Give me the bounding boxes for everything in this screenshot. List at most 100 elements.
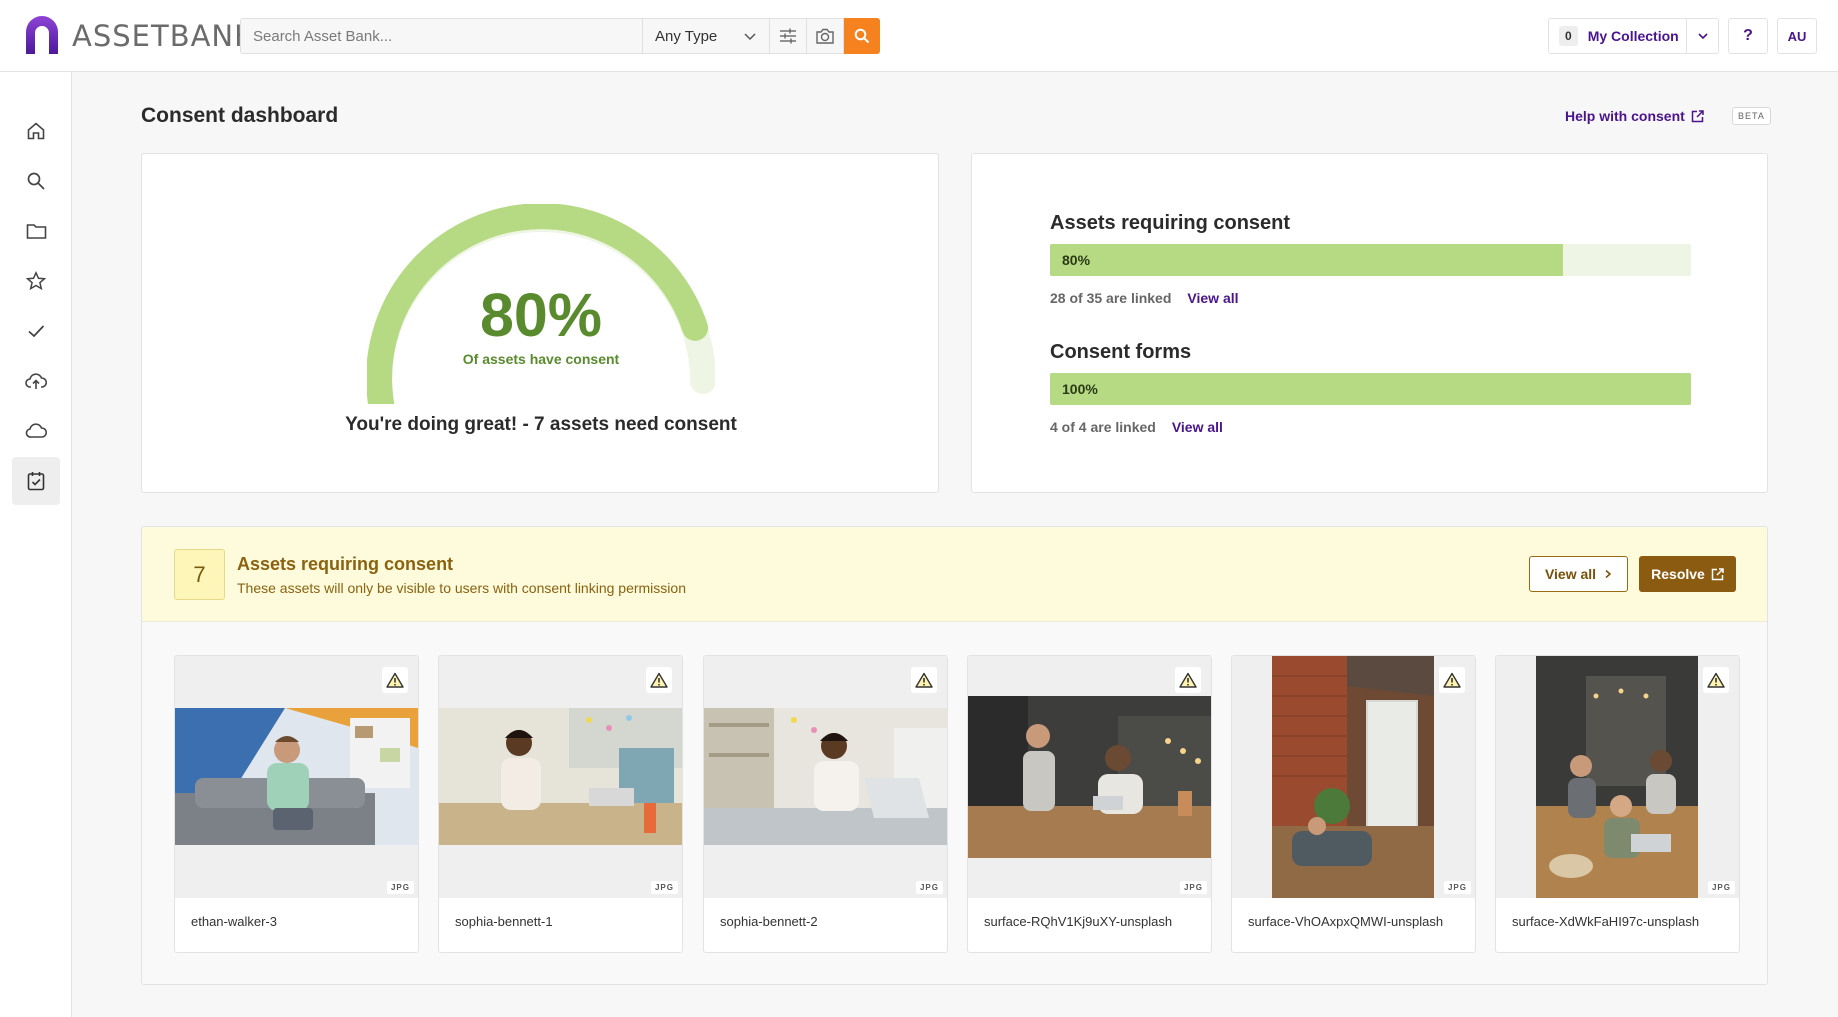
visual-search-button[interactable] (807, 18, 844, 54)
asset-name: sophia-bennett-1 (455, 914, 553, 929)
asset-name: ethan-walker-3 (191, 914, 277, 929)
filter-button[interactable] (770, 18, 807, 54)
asset-name: sophia-bennett-2 (720, 914, 818, 929)
collection-count-badge: 0 (1559, 26, 1578, 46)
consent-warning-icon (1439, 667, 1465, 693)
assets-consent-bar: 80% (1050, 244, 1691, 276)
sliders-icon (780, 28, 796, 44)
consent-forms-title: Consent forms (1050, 341, 1192, 363)
file-type-badge: JPG (650, 881, 678, 894)
asset-name: surface-VhOAxpxQMWI-unsplash (1248, 914, 1444, 929)
consent-forms-meta: 4 of 4 are linked View all (1050, 419, 1223, 435)
asset-name: surface-RQhV1Kj9uXY-unsplash (984, 914, 1173, 929)
user-menu-button[interactable]: AU (1777, 18, 1817, 54)
forms-linked-count: 4 of 4 are linked (1050, 419, 1156, 435)
assets-consent-title: Assets requiring consent (1050, 212, 1291, 234)
sidebar-item-folders[interactable] (12, 207, 60, 255)
assets-view-all-link[interactable]: View all (1187, 290, 1238, 306)
assets-consent-bar-label: 80% (1062, 252, 1091, 268)
file-type-badge: JPG (1179, 881, 1207, 894)
consent-panel-header: 7 Assets requiring consent These assets … (142, 527, 1767, 622)
consent-forms-bar-label: 100% (1062, 381, 1098, 397)
gauge-percent: 80% (479, 281, 603, 349)
consent-warning-icon (646, 667, 672, 693)
consent-forms-bar-fill (1050, 373, 1691, 405)
asset-image (175, 708, 418, 845)
search-icon (854, 28, 870, 44)
help-link-label: Help with consent (1565, 108, 1685, 124)
asset-thumbnail[interactable]: JPG (968, 656, 1211, 898)
home-icon (27, 122, 45, 140)
chevron-right-icon (1605, 569, 1612, 579)
asset-thumbnail[interactable]: JPG (704, 656, 947, 898)
page-title: Consent dashboard (141, 104, 339, 127)
consent-clipboard-icon (27, 472, 45, 491)
sidebar-item-search[interactable] (12, 157, 60, 205)
resolve-label: Resolve (1651, 566, 1705, 582)
consent-panel-description: These assets will only be visible to use… (237, 580, 686, 596)
assetbank-logo-mark (26, 16, 58, 54)
resolve-button[interactable]: Resolve (1639, 556, 1736, 592)
asset-image (968, 696, 1211, 858)
logo-text: ASSETBANK (72, 19, 255, 53)
asset-image (704, 708, 947, 845)
consent-warning-icon (911, 667, 937, 693)
consent-gauge-card: 80% Of assets have consent You're doing … (141, 153, 939, 493)
asset-card[interactable]: JPG sophia-bennett-1 (438, 655, 683, 953)
external-link-icon (1691, 109, 1704, 122)
consent-warning-icon (1703, 667, 1729, 693)
asset-thumbnail[interactable]: JPG (175, 656, 418, 898)
asset-card[interactable]: JPG surface-RQhV1Kj9uXY-unsplash (967, 655, 1212, 953)
asset-card[interactable]: JPG sophia-bennett-2 (703, 655, 948, 953)
assets-needing-consent-count: 7 (174, 549, 225, 600)
chevron-down-icon (1697, 33, 1708, 40)
asset-card[interactable]: JPG surface-VhOAxpxQMWI-unsplash (1231, 655, 1476, 953)
asset-image (1536, 656, 1698, 898)
sidebar-item-home[interactable] (12, 107, 60, 155)
search-bar: Any Type (240, 18, 880, 54)
cloud-icon (25, 423, 47, 438)
consent-panel-title: Assets requiring consent (237, 554, 454, 574)
chevron-down-icon (744, 33, 756, 41)
gauge-subtitle: Of assets have consent (462, 351, 620, 367)
sidebar-item-upload[interactable] (12, 357, 60, 405)
sidebar-item-approvals[interactable] (12, 307, 60, 355)
asset-card[interactable]: JPG surface-XdWkFaHI97c-unsplash (1495, 655, 1740, 953)
gauge-message: You're doing great! - 7 assets need cons… (345, 414, 737, 435)
forms-view-all-link[interactable]: View all (1172, 419, 1223, 435)
assets-linked-count: 28 of 35 are linked (1050, 290, 1172, 306)
sidebar-item-favourites[interactable] (12, 257, 60, 305)
view-all-label: View all (1544, 566, 1597, 582)
view-all-button[interactable]: View all (1529, 556, 1628, 592)
asset-card[interactable]: JPG ethan-walker-3 (174, 655, 419, 953)
asset-thumbnail[interactable]: JPG (439, 656, 682, 898)
consent-warning-icon (1175, 667, 1201, 693)
asset-image (1272, 656, 1434, 898)
search-input[interactable] (240, 18, 642, 54)
collection-dropdown-button[interactable] (1686, 18, 1719, 54)
asset-image (439, 708, 682, 845)
consent-forms-bar: 100% (1050, 373, 1691, 405)
external-link-icon (1711, 567, 1724, 580)
asset-thumbnail[interactable]: JPG (1232, 656, 1475, 898)
asset-type-select[interactable]: Any Type (642, 18, 770, 54)
folder-icon (26, 224, 46, 239)
check-icon (28, 325, 45, 338)
assetbank-logo[interactable]: ASSETBANK (24, 16, 254, 56)
file-type-badge: JPG (1443, 881, 1471, 894)
assets-consent-bar-fill (1050, 244, 1563, 276)
file-type-badge: JPG (915, 881, 943, 894)
consent-stats-card: Assets requiring consent 80% 28 of 35 ar… (971, 153, 1768, 493)
beta-badge: BETA (1732, 107, 1771, 125)
sidebar-item-cloud[interactable] (12, 407, 60, 455)
camera-icon (816, 28, 834, 44)
my-collection-button[interactable]: 0 My Collection (1548, 18, 1701, 54)
asset-thumbnail[interactable]: JPG (1496, 656, 1739, 898)
search-submit-button[interactable] (844, 18, 880, 54)
help-with-consent-link[interactable]: Help with consent (1565, 108, 1704, 124)
asset-name: surface-XdWkFaHI97c-unsplash (1512, 914, 1700, 929)
sidebar-item-consent[interactable] (12, 457, 60, 505)
top-header: ASSETBANK Any Type 0 My Collection (0, 0, 1838, 72)
cloud-upload-icon (25, 373, 47, 389)
help-button[interactable]: ? (1728, 18, 1768, 54)
